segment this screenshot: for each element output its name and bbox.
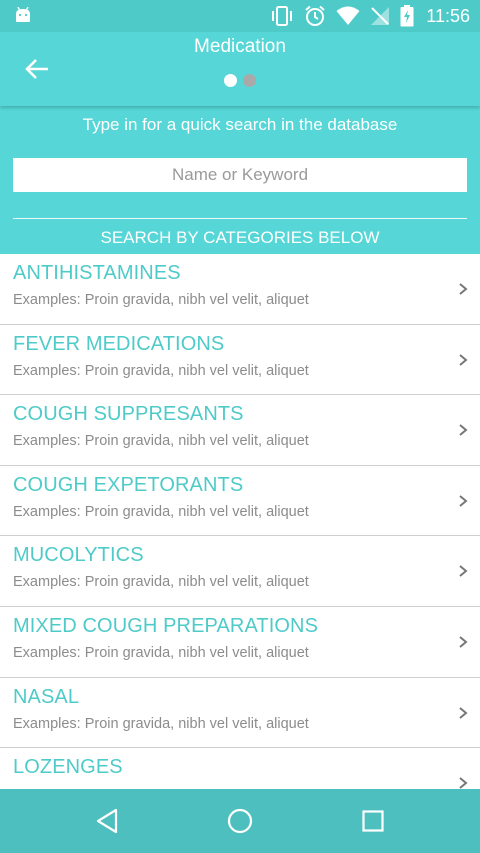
nav-home-button[interactable] (224, 805, 256, 837)
alarm-icon (305, 5, 325, 26)
status-time: 11:56 (426, 5, 470, 26)
chevron-right-icon (459, 777, 468, 789)
nav-back-button[interactable] (91, 805, 123, 837)
category-title: LOZENGES (13, 756, 123, 779)
category-examples: Examples: Proin gravida, nibh vel velit,… (13, 292, 309, 308)
page-indicator (0, 74, 480, 87)
battery-charging-icon (400, 5, 414, 27)
category-examples: Examples: Proin gravida, nibh vel velit,… (13, 503, 309, 520)
category-item-fever-medications[interactable]: FEVER MEDICATIONS Examples: Proin gravid… (0, 325, 480, 396)
category-list: ANTIHISTAMINES Examples: Proin gravida, … (0, 254, 480, 789)
category-examples: Examples: Proin gravida, nibh vel velit,… (13, 433, 309, 450)
back-triangle-icon (96, 808, 118, 834)
chevron-right-icon (459, 283, 468, 295)
recents-square-icon (362, 810, 384, 832)
vibrate-icon (272, 6, 293, 26)
category-item-antihistamines[interactable]: ANTIHISTAMINES Examples: Proin gravida, … (0, 254, 480, 325)
category-examples: Examples: Proin gravida, nibh vel velit,… (13, 574, 309, 591)
nav-recents-button[interactable] (357, 805, 389, 837)
home-circle-icon (227, 808, 253, 834)
chevron-right-icon (459, 636, 468, 648)
categories-header: SEARCH BY CATEGORIES BELOW (100, 228, 380, 247)
app-bar: Medication (0, 32, 480, 106)
category-item-mixed-cough-preparations[interactable]: MIXED COUGH PREPARATIONS Examples: Proin… (0, 607, 480, 678)
category-item-lozenges[interactable]: LOZENGES (0, 748, 480, 789)
chevron-right-icon (459, 565, 468, 578)
category-title: ANTIHISTAMINES (13, 262, 181, 284)
category-item-cough-expetorants[interactable]: COUGH EXPETORANTS Examples: Proin gravid… (0, 466, 480, 537)
category-item-mucolytics[interactable]: MUCOLYTICS Examples: Proin gravida, nibh… (0, 536, 480, 607)
status-bar: 11:56 (0, 0, 480, 32)
search-hint: Type in for a quick search in the databa… (82, 115, 398, 134)
no-signal-icon (371, 7, 390, 25)
chevron-right-icon (459, 353, 468, 366)
category-item-nasal[interactable]: NASAL Examples: Proin gravida, nibh vel … (0, 678, 480, 749)
chevron-right-icon (459, 706, 468, 719)
category-title: NASAL (13, 685, 80, 708)
category-title: FEVER MEDICATIONS (13, 332, 225, 355)
android-icon (16, 7, 30, 22)
category-title: COUGH SUPPRESANTS (13, 403, 244, 426)
category-item-cough-suppresants[interactable]: COUGH SUPPRESANTS Examples: Proin gravid… (0, 395, 480, 466)
category-title: MIXED COUGH PREPARATIONS (13, 614, 319, 637)
wifi-icon (336, 6, 360, 25)
chevron-right-icon (459, 424, 468, 436)
chevron-right-icon (459, 495, 468, 507)
category-title: COUGH EXPETORANTS (13, 473, 244, 496)
page-dot-active[interactable] (224, 74, 237, 87)
search-input[interactable] (13, 158, 467, 192)
category-examples: Examples: Proin gravida, nibh vel velit,… (13, 715, 309, 732)
category-title: MUCOLYTICS (13, 544, 144, 567)
page-dot-inactive[interactable] (243, 74, 256, 87)
nav-bar (0, 789, 480, 853)
divider (13, 218, 467, 219)
page-title: Medication (194, 36, 286, 57)
category-examples: Examples: Proin gravida, nibh vel velit,… (13, 644, 309, 661)
search-panel: Type in for a quick search in the databa… (0, 106, 480, 254)
category-examples: Examples: Proin gravida, nibh vel velit,… (13, 362, 309, 379)
